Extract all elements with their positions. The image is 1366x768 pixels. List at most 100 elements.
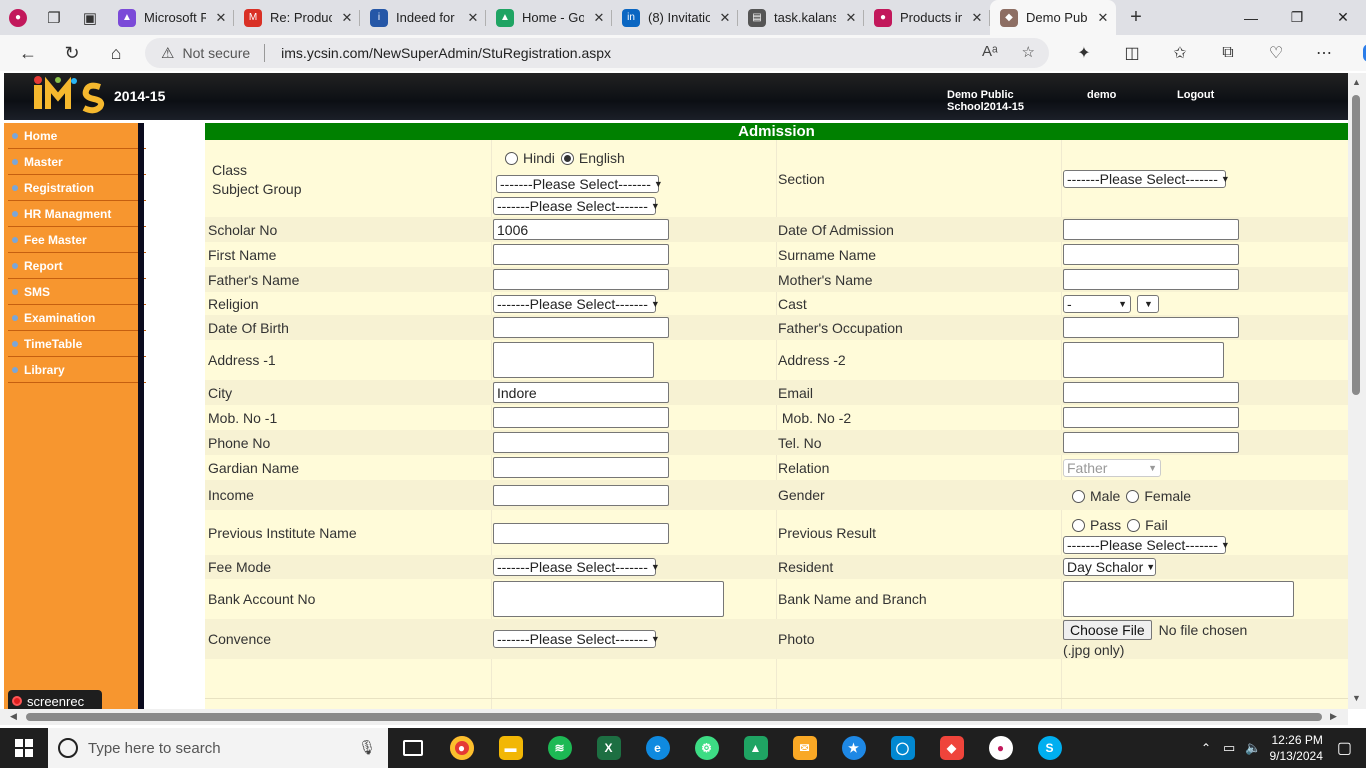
scroll-down-icon[interactable]: ▼ (1352, 693, 1361, 703)
scroll-thumb[interactable] (1352, 95, 1360, 395)
clock[interactable]: 12:26 PM 9/13/2024 (1269, 732, 1322, 764)
scroll-up-icon[interactable]: ▲ (1352, 77, 1361, 87)
microphone-icon[interactable]: 🎙 (358, 739, 376, 756)
close-icon[interactable]: ✕ (214, 10, 228, 26)
prev-institute-input[interactable] (493, 523, 669, 544)
taskbar-search[interactable]: Type here to search 🎙 (48, 728, 388, 768)
horizontal-scrollbar[interactable]: ◀ ▶ (0, 709, 1348, 725)
scroll-thumb[interactable] (26, 713, 1322, 721)
back-icon[interactable]: ← (6, 35, 50, 71)
task-view-icon[interactable] (388, 728, 437, 768)
restore-icon[interactable]: ❐ (1274, 0, 1320, 35)
skype-icon[interactable]: S (1025, 728, 1074, 768)
subject-group-select[interactable]: -------Please Select------- ▼ (493, 197, 660, 215)
class-select[interactable]: -------Please Select------- ▼ (496, 175, 663, 193)
collections-icon[interactable]: ⧉ (1204, 35, 1252, 71)
sidebar-item-examination[interactable]: Examination (8, 305, 146, 331)
close-icon[interactable]: ✕ (1096, 10, 1110, 26)
notifications-icon[interactable]: ▢ (1337, 738, 1352, 758)
sidebar-item-report[interactable]: Report (8, 253, 146, 279)
workspaces-icon[interactable]: ❐ (36, 0, 72, 35)
resident-select[interactable]: Day Schalor ▼ (1063, 558, 1156, 576)
read-aloud-icon[interactable]: A͏ᵃ (982, 43, 998, 61)
copilot-icon[interactable]: ✧ (1348, 35, 1366, 71)
google-drive-icon[interactable]: ▲ (731, 728, 780, 768)
screenrec-badge[interactable]: screenrec (8, 690, 102, 709)
close-icon[interactable]: ✕ (466, 10, 480, 26)
close-icon[interactable]: ✕ (592, 10, 606, 26)
choose-file-button[interactable]: Choose File (1063, 620, 1152, 640)
fee-mode-select[interactable]: -------Please Select------- ▼ (493, 558, 660, 576)
fathers-occupation-input[interactable] (1063, 317, 1239, 338)
cast-select[interactable]: - ▼ (1063, 294, 1131, 313)
mob1-input[interactable] (493, 407, 669, 428)
mail-icon[interactable]: ✉ (780, 728, 829, 768)
minimize-icon[interactable]: — (1228, 0, 1274, 35)
tab-linkedin[interactable]: in(8) Invitation✕ (612, 0, 738, 35)
pass-radio[interactable]: Pass (1072, 517, 1121, 533)
scroll-left-icon[interactable]: ◀ (10, 711, 17, 722)
badge-app-icon[interactable]: ★ (829, 728, 878, 768)
relation-select[interactable]: Father ▼ (1063, 458, 1161, 477)
bank-name-textarea[interactable] (1063, 581, 1294, 617)
close-icon[interactable]: ✕ (844, 10, 858, 26)
fail-radio[interactable]: Fail (1127, 517, 1168, 533)
logout-link[interactable]: Logout (1177, 89, 1214, 101)
tab-indeed[interactable]: iIndeed for E✕ (360, 0, 486, 35)
profile-icon[interactable]: ● (0, 0, 36, 35)
section-select[interactable]: -------Please Select------- ▼ (1063, 170, 1230, 188)
close-window-icon[interactable]: ✕ (1320, 0, 1366, 35)
split-screen-icon[interactable]: ◫ (1108, 35, 1156, 71)
date-of-admission-input[interactable] (1063, 219, 1239, 240)
vertical-scrollbar[interactable]: ▲ ▼ (1348, 73, 1366, 709)
network-icon[interactable]: ▭ (1223, 740, 1235, 756)
file-explorer-icon[interactable]: ▬ (486, 728, 535, 768)
scroll-right-icon[interactable]: ▶ (1330, 711, 1337, 722)
chevron-up-icon[interactable]: ⌃ (1201, 741, 1211, 755)
not-secure-label[interactable]: Not secure (182, 45, 250, 61)
phone-input[interactable] (493, 432, 669, 453)
convence-select[interactable]: -------Please Select------- ▼ (493, 630, 660, 648)
warning-icon[interactable]: ⚠ (161, 44, 174, 62)
more-icon[interactable]: ⋯ (1300, 35, 1348, 71)
browser-essentials-icon[interactable]: ♡ (1252, 35, 1300, 71)
sidebar-item-fee-master[interactable]: Fee Master (8, 227, 146, 253)
mothers-name-input[interactable] (1063, 269, 1239, 290)
extensions-icon[interactable]: ✦ (1060, 35, 1108, 71)
tab-microsoft[interactable]: ▲Microsoft Re✕ (108, 0, 234, 35)
favorites-icon[interactable]: ✩ (1156, 35, 1204, 71)
prev-result-select[interactable]: -------Please Select------- ▼ (1063, 536, 1230, 554)
first-name-input[interactable] (493, 244, 669, 265)
tab-actions-icon[interactable]: ▣ (72, 0, 108, 35)
close-icon[interactable]: ✕ (340, 10, 354, 26)
address1-textarea[interactable] (493, 342, 654, 378)
religion-select[interactable]: -------Please Select------- ▼ (493, 294, 660, 313)
sidebar-item-home[interactable]: Home (8, 123, 146, 149)
spotify-icon[interactable]: ≋ (535, 728, 584, 768)
username-link[interactable]: demo (1087, 89, 1116, 101)
address-bar[interactable]: ⚠ Not secure ims.ycsin.com/NewSuperAdmin… (145, 38, 1049, 68)
sidebar-item-sms[interactable]: SMS (8, 279, 146, 305)
excel-icon[interactable]: X (584, 728, 633, 768)
tab-demo-public[interactable]: ◆Demo Public✕ (990, 0, 1116, 35)
tab-gmail[interactable]: MRe: Product S✕ (234, 0, 360, 35)
edge-icon[interactable]: e (633, 728, 682, 768)
tel-input[interactable] (1063, 432, 1239, 453)
volume-icon[interactable]: 🔈 (1245, 740, 1261, 756)
favorite-star-icon[interactable]: ☆ (1022, 43, 1035, 61)
fathers-name-input[interactable] (493, 269, 669, 290)
address2-textarea[interactable] (1063, 342, 1224, 378)
sidebar-item-hr-managment[interactable]: HR Managment (8, 201, 146, 227)
mob2-input[interactable] (1063, 407, 1239, 428)
english-radio[interactable]: English (560, 150, 625, 166)
close-icon[interactable]: ✕ (718, 10, 732, 26)
sidebar-item-registration[interactable]: Registration (8, 175, 146, 201)
refresh-icon[interactable]: ↻ (50, 35, 94, 71)
anydesk-icon[interactable]: ◆ (927, 728, 976, 768)
scholar-no-input[interactable] (493, 219, 669, 240)
surname-input[interactable] (1063, 244, 1239, 265)
new-tab-button[interactable]: + (1116, 6, 1156, 29)
windows-start-icon[interactable] (0, 728, 48, 768)
quick-assist-icon[interactable]: ◯ (878, 728, 927, 768)
home-icon[interactable]: ⌂ (94, 35, 138, 71)
